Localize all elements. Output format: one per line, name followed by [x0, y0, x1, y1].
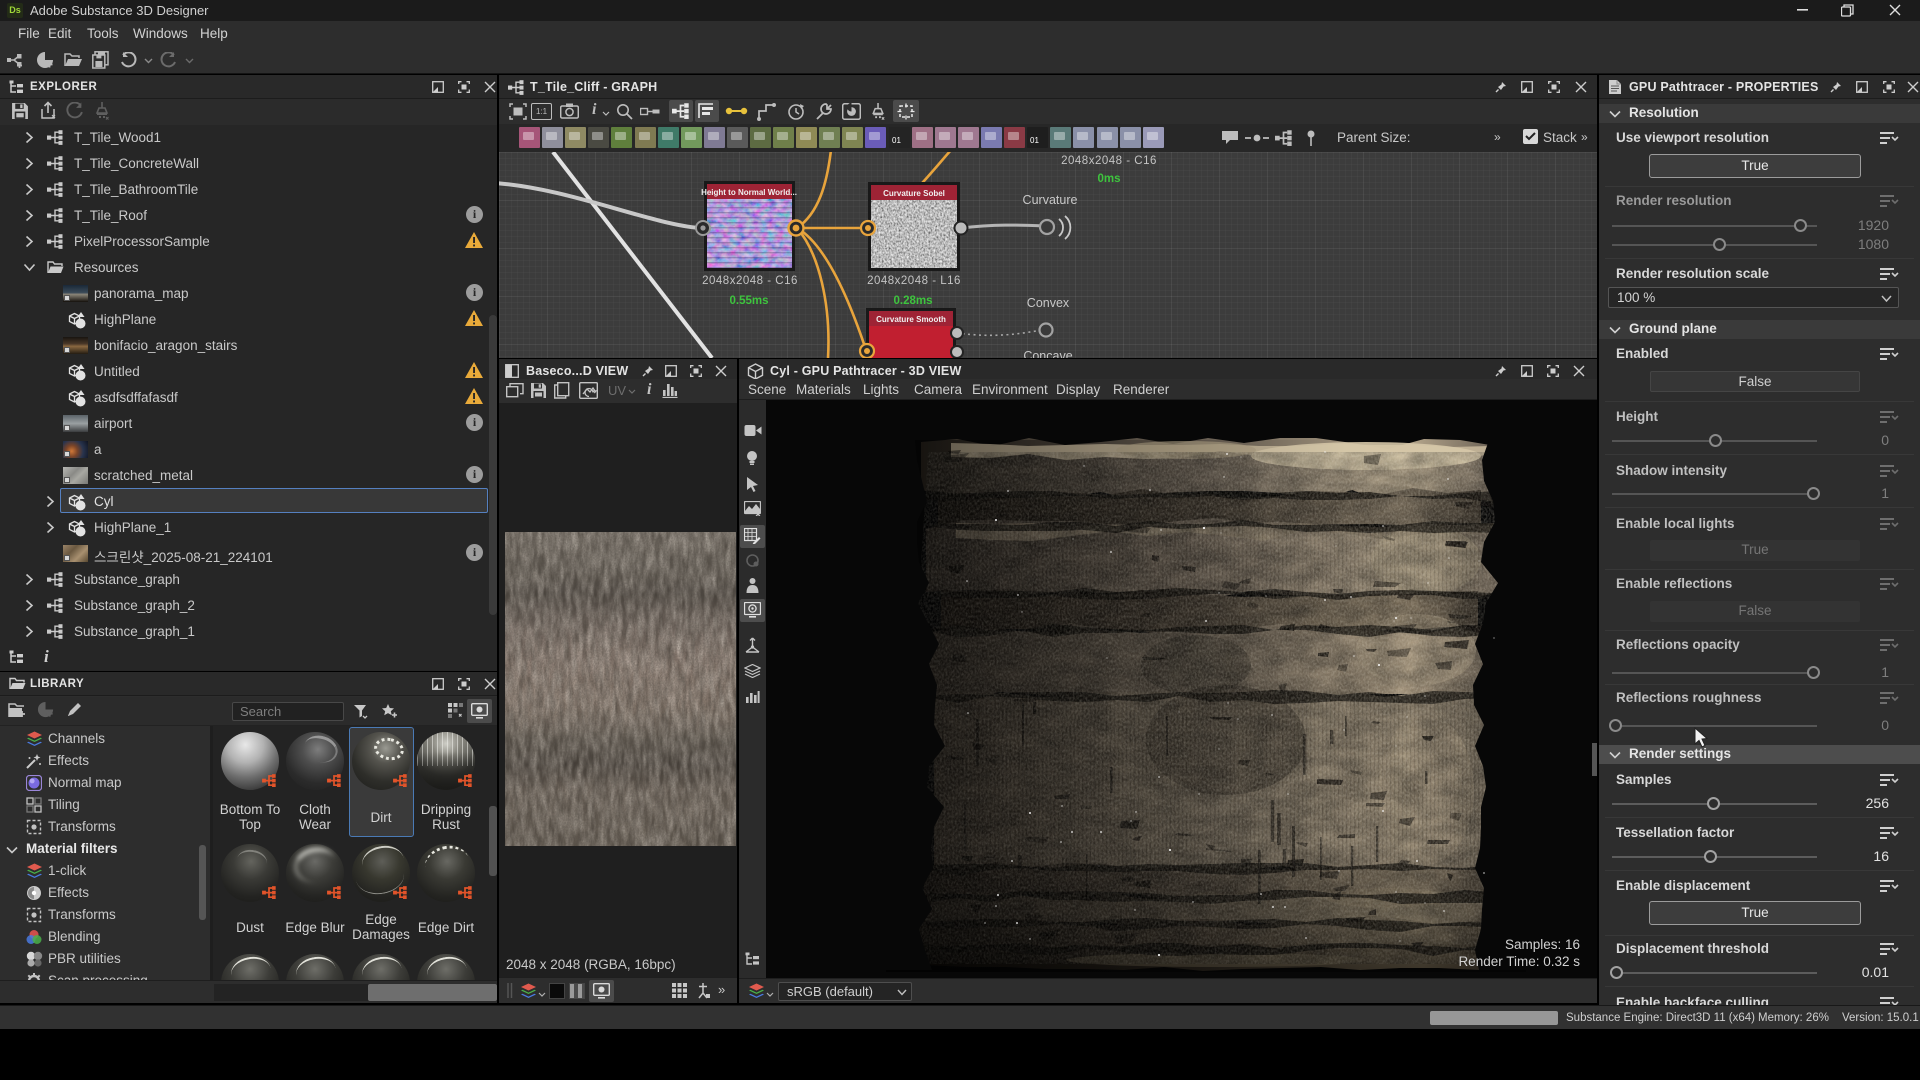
- svg-text:0ms: 0ms: [1097, 173, 1120, 185]
- svg-text:2048x2048 - L16: 2048x2048 - L16: [867, 275, 961, 287]
- svg-text:2048x2048 - C16: 2048x2048 - C16: [1061, 155, 1157, 167]
- svg-text:Samples: 16: Samples: 16: [1505, 937, 1580, 952]
- svg-text:0.55ms: 0.55ms: [729, 295, 768, 307]
- svg-text:Curvature Sobel: Curvature Sobel: [883, 189, 945, 198]
- svg-text:Curvature: Curvature: [1023, 193, 1078, 207]
- svg-text:Render Time: 0.32 s: Render Time: 0.32 s: [1458, 954, 1580, 969]
- svg-text:0.28ms: 0.28ms: [893, 295, 932, 307]
- svg-text:Curvature Smooth: Curvature Smooth: [876, 315, 946, 324]
- svg-text:Convex: Convex: [1027, 296, 1070, 310]
- svg-text:2048x2048 - C16: 2048x2048 - C16: [702, 275, 798, 287]
- svg-text:Concave: Concave: [1023, 349, 1072, 358]
- svg-text:Height to Normal World...: Height to Normal World...: [701, 188, 797, 197]
